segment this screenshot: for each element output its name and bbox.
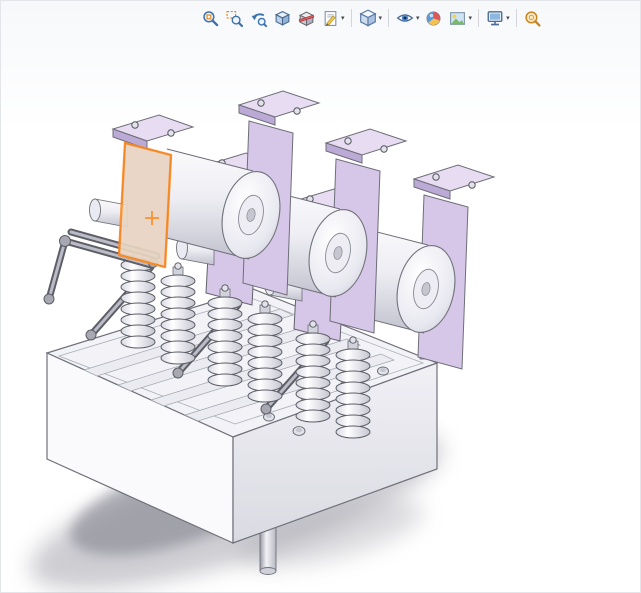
selected-face-highlight[interactable] [119,143,171,267]
magnified-selection-button[interactable] [522,7,544,29]
view-orientation-button[interactable] [271,7,293,29]
view-orientation-cube-icon [274,10,291,27]
previous-view-button[interactable] [247,7,269,29]
zoom-to-fit-icon [202,10,219,27]
apply-scene-button[interactable] [447,7,469,29]
view-settings-button[interactable] [484,7,506,29]
zoom-to-area-icon [226,10,243,27]
edit-appearance-button[interactable] [423,7,445,29]
hide-show-items-button[interactable] [394,7,416,29]
drawing-view-icon [322,10,339,27]
previous-view-icon [250,10,267,27]
section-view-icon [298,10,315,27]
display-style-cube-icon [359,9,377,27]
monitor-icon [486,9,504,27]
scene-photo-icon [449,10,466,27]
magnified-selection-icon [524,10,541,27]
apply-scene-dropdown-arrow-icon[interactable]: ▾ [469,7,473,29]
section-view-button[interactable] [295,7,317,29]
viewport-3d[interactable] [1,1,641,593]
appearance-ball-icon [425,10,442,27]
hide-show-items-dropdown-arrow-icon[interactable]: ▾ [416,7,420,29]
drawing-view-dropdown-arrow-icon[interactable]: ▾ [341,7,345,29]
display-style-dropdown-arrow-icon[interactable]: ▾ [379,7,383,29]
view-settings-dropdown-arrow-icon[interactable]: ▾ [506,7,510,29]
zoom-to-fit-button[interactable] [199,7,221,29]
toolbar-separator [388,9,389,27]
view-toolbar: ▾ ▾ ▾ ▾ [199,6,544,30]
display-style-button[interactable] [357,7,379,29]
toolbar-separator [351,9,352,27]
zoom-to-area-button[interactable] [223,7,245,29]
toolbar-separator [478,9,479,27]
toolbar-separator [516,9,517,27]
eye-icon [396,9,414,27]
drawing-view-button[interactable] [319,7,341,29]
